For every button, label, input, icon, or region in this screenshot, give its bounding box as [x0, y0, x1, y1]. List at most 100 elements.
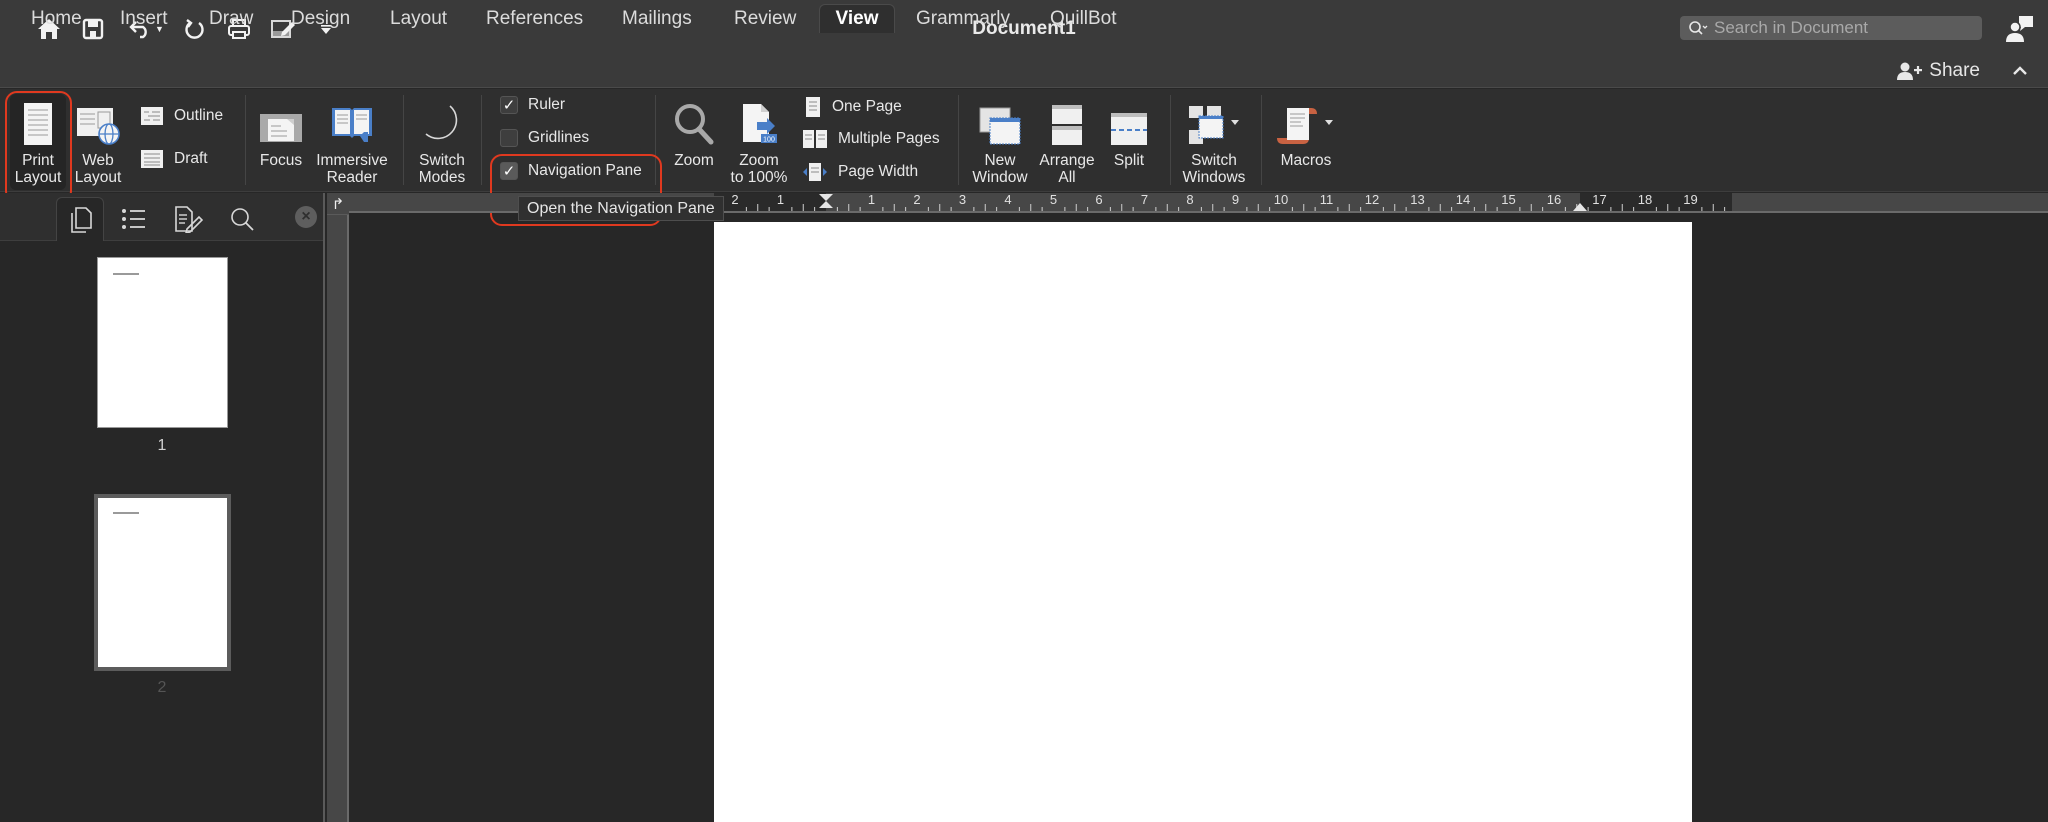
- web-layout-line2: Layout: [74, 169, 122, 186]
- gridlines-label: Gridlines: [528, 129, 590, 146]
- chevron-up-icon: [2013, 66, 2027, 75]
- draft-button[interactable]: Draft: [140, 149, 208, 169]
- immersive-reader-button[interactable]: Immersive Reader: [314, 94, 390, 186]
- ruler-label: 16: [1547, 193, 1561, 207]
- document-page[interactable]: [714, 222, 1692, 822]
- ruler-label: 12: [1365, 193, 1379, 207]
- web-layout-line1: Web: [82, 152, 114, 169]
- tab-headings[interactable]: [110, 197, 158, 241]
- multiple-pages-button[interactable]: Multiple Pages: [802, 129, 940, 149]
- ruler-label: 10: [1274, 193, 1288, 207]
- collapse-ribbon-button[interactable]: [2012, 60, 2028, 81]
- switch-modes-button[interactable]: Switch Modes: [412, 94, 472, 186]
- outline-label: Outline: [174, 107, 224, 124]
- tab-search[interactable]: [218, 197, 266, 241]
- ruler-label: 4: [1004, 193, 1011, 207]
- web-layout-button[interactable]: Web Layout: [72, 94, 124, 186]
- page-thumbnail-2[interactable]: [94, 494, 231, 671]
- tab-quillbot[interactable]: QuillBot: [1036, 4, 1131, 33]
- zoom-100-line2: to 100%: [730, 169, 788, 186]
- macros-icon: [1277, 94, 1335, 146]
- tab-selector-button[interactable]: ↱: [327, 193, 349, 215]
- switch-windows-line1: Switch: [1191, 152, 1237, 169]
- new-window-button[interactable]: New Window: [968, 94, 1032, 186]
- macros-button[interactable]: Macros: [1270, 94, 1342, 169]
- zoom-100-button[interactable]: 100 Zoom to 100%: [726, 94, 792, 186]
- ruler-label: 17: [1592, 193, 1606, 207]
- focus-label: Focus: [259, 152, 303, 169]
- tab-home[interactable]: Home: [17, 4, 96, 33]
- ruler-label: 6: [1095, 193, 1102, 207]
- one-page-button[interactable]: One Page: [804, 96, 902, 118]
- new-window-line1: New: [984, 152, 1016, 169]
- outline-icon: [141, 107, 163, 125]
- focus-icon: [259, 94, 303, 146]
- magnifier-icon: [673, 94, 715, 146]
- thumbnail-text-line: [113, 273, 139, 275]
- split-label: Split: [1113, 152, 1145, 169]
- tab-layout[interactable]: Layout: [376, 4, 461, 33]
- multiple-pages-icon: [803, 130, 827, 148]
- immersive-reader-line2: Reader: [326, 169, 378, 186]
- tab-grammarly[interactable]: Grammarly: [902, 4, 1024, 33]
- ruler-label: 1: [777, 193, 784, 207]
- ribbon-separator: [1261, 95, 1262, 185]
- ruler-label: 11: [1320, 193, 1334, 207]
- ruler-check-icon[interactable]: ✓: [500, 96, 518, 114]
- arrange-all-button[interactable]: Arrange All: [1034, 94, 1100, 186]
- switch-modes-line2: Modes: [418, 169, 466, 186]
- zoom-100-icon: 100: [739, 94, 779, 146]
- navigation-pane-tabs: [0, 193, 323, 241]
- tab-results[interactable]: [164, 197, 212, 241]
- search-placeholder: Search in Document: [1714, 18, 1869, 37]
- share-button[interactable]: Share: [1897, 60, 1980, 82]
- ribbon-separator: [403, 95, 404, 185]
- new-window-line2: Window: [972, 169, 1028, 186]
- ruler-label: 3: [959, 193, 966, 207]
- arrange-all-line1: Arrange: [1039, 152, 1095, 169]
- split-icon: [1110, 94, 1148, 146]
- ribbon-tab-bar: [0, 56, 2048, 88]
- ribbon-separator: [245, 95, 246, 185]
- tab-view[interactable]: View: [819, 4, 895, 33]
- ribbon-separator: [1170, 95, 1171, 185]
- switch-windows-icon: [1187, 94, 1241, 146]
- tab-design[interactable]: Design: [277, 4, 364, 33]
- vertical-ruler[interactable]: [327, 193, 349, 822]
- tab-thumbnails[interactable]: [56, 197, 104, 241]
- focus-button[interactable]: Focus: [256, 94, 306, 169]
- switch-modes-line1: Switch: [419, 152, 465, 169]
- gridlines-check-icon[interactable]: [500, 129, 518, 147]
- page-width-icon: [803, 163, 827, 181]
- switch-windows-line2: Windows: [1182, 169, 1246, 186]
- one-page-icon: [806, 97, 820, 117]
- page-width-button[interactable]: Page Width: [802, 162, 918, 182]
- split-button[interactable]: Split: [1106, 94, 1152, 169]
- navigation-pane-tooltip: Open the Navigation Pane: [518, 196, 724, 221]
- tab-review[interactable]: Review: [720, 4, 810, 33]
- ruler-label: 15: [1501, 193, 1515, 207]
- moon-icon: [422, 94, 462, 146]
- switch-windows-button[interactable]: Switch Windows: [1178, 94, 1250, 186]
- tab-mailings[interactable]: Mailings: [608, 4, 706, 33]
- gridlines-checkbox[interactable]: Gridlines: [500, 129, 589, 147]
- ruler-label: 18: [1638, 193, 1652, 207]
- close-navigation-pane-button[interactable]: ×: [295, 206, 317, 228]
- navigation-pane: × 1 2: [0, 193, 325, 822]
- feedback-icon: [2006, 16, 2033, 42]
- outline-button[interactable]: Outline: [140, 106, 223, 126]
- search-in-document-field[interactable]: Search in Document: [1680, 16, 1982, 40]
- tab-draw[interactable]: Draw: [195, 4, 267, 33]
- search-icon[interactable]: [1688, 20, 1708, 36]
- ruler-label: 9: [1232, 193, 1239, 207]
- ruler-label: 8: [1186, 193, 1193, 207]
- left-tab-icon: ↱: [331, 195, 345, 213]
- tab-insert[interactable]: Insert: [106, 4, 182, 33]
- ruler-checkbox[interactable]: ✓ Ruler: [500, 96, 565, 114]
- page-thumbnail-1[interactable]: [97, 257, 228, 428]
- tab-references[interactable]: References: [472, 4, 597, 33]
- zoom-button[interactable]: Zoom: [668, 94, 720, 169]
- draft-label: Draft: [174, 150, 208, 167]
- feedback-button[interactable]: [2005, 14, 2035, 44]
- ruler-label: 14: [1456, 193, 1470, 207]
